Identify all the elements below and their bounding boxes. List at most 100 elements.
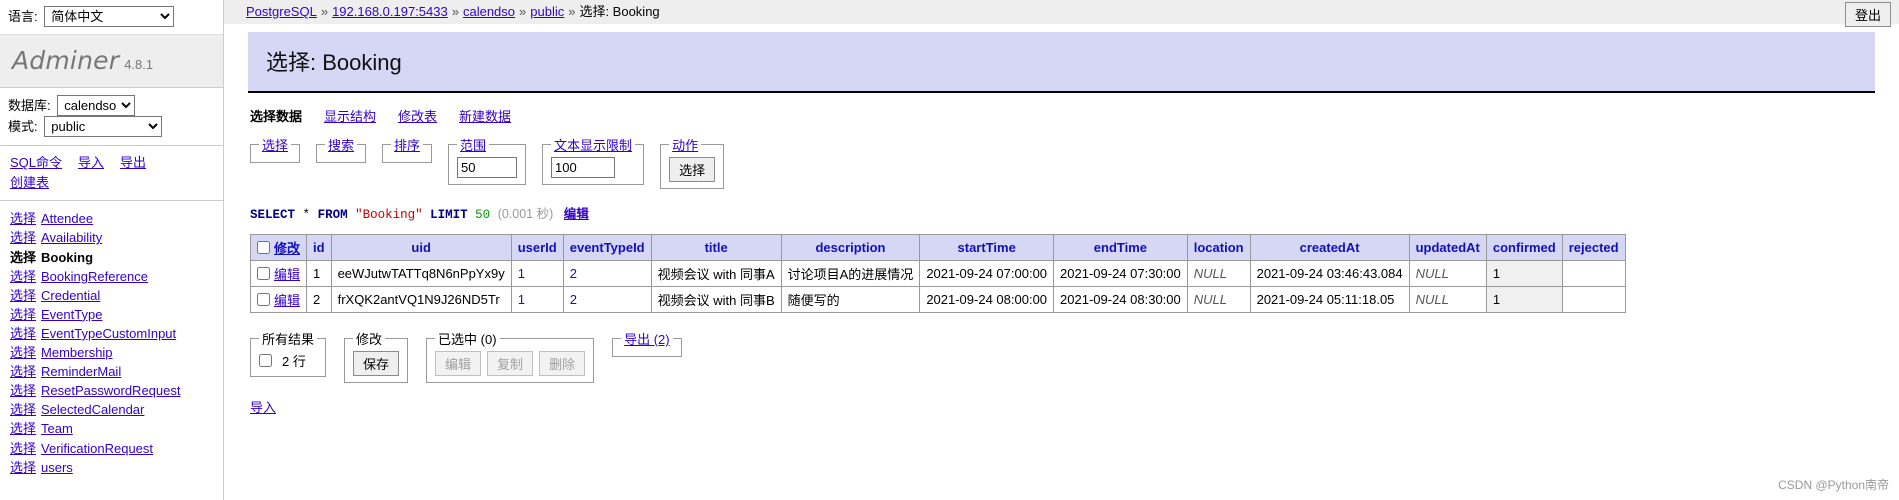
limit-input[interactable] bbox=[457, 157, 518, 178]
column-header-id[interactable]: id bbox=[306, 234, 332, 261]
schema-select[interactable]: public bbox=[44, 116, 163, 138]
language-select[interactable]: 简体中文 bbox=[44, 6, 175, 27]
import-link[interactable]: 导入 bbox=[250, 400, 276, 415]
export-link-sidebar[interactable]: 导出 bbox=[120, 155, 146, 170]
select-link-Credential[interactable]: 选择 bbox=[10, 288, 36, 303]
textlimit-legend-link[interactable]: 文本显示限制 bbox=[554, 138, 632, 153]
all-results-checkbox[interactable] bbox=[259, 354, 272, 367]
nav-tab-3[interactable]: 新建数据 bbox=[459, 109, 511, 124]
table-name-users[interactable]: users bbox=[41, 460, 73, 475]
table-name-BookingReference[interactable]: BookingReference bbox=[41, 269, 148, 284]
column-header-createdAt[interactable]: createdAt bbox=[1249, 234, 1410, 261]
select-link-BookingReference[interactable]: 选择 bbox=[10, 269, 36, 284]
row-checkbox[interactable] bbox=[257, 293, 270, 306]
column-header-eventTypeId[interactable]: eventTypeId bbox=[562, 234, 652, 261]
table-name-Membership[interactable]: Membership bbox=[41, 345, 113, 360]
select-link-Attendee[interactable]: 选择 bbox=[10, 211, 36, 226]
table-name-SelectedCalendar[interactable]: SelectedCalendar bbox=[41, 402, 144, 417]
textlimit-input[interactable] bbox=[551, 157, 616, 178]
column-header-updatedAt[interactable]: updatedAt bbox=[1408, 234, 1487, 261]
logout-button[interactable]: 登出 bbox=[1844, 2, 1891, 27]
textlimit-legend: 文本显示限制 bbox=[551, 135, 635, 154]
search-legend-link[interactable]: 搜索 bbox=[328, 138, 354, 153]
select-link-VerificationRequest[interactable]: 选择 bbox=[10, 441, 36, 456]
select-link-Availability[interactable]: 选择 bbox=[10, 230, 36, 245]
breadcrumb-items: PostgreSQL» 192.168.0.197:5433» calendso» p… bbox=[246, 4, 660, 19]
cell-title: 视频会议 with 同事B bbox=[650, 286, 782, 313]
table-name-VerificationRequest[interactable]: VerificationRequest bbox=[41, 441, 153, 456]
select-link-EventTypeCustomInput[interactable]: 选择 bbox=[10, 326, 36, 341]
select-link-Team[interactable]: 选择 bbox=[10, 421, 36, 436]
table-name-ResetPasswordRequest[interactable]: ResetPasswordRequest bbox=[41, 383, 180, 398]
cell-rejected bbox=[1561, 260, 1626, 287]
all-results-count: 2 行 bbox=[282, 354, 306, 369]
fk-link-eventTypeId[interactable]: 2 bbox=[570, 292, 577, 307]
cell-createdAt: 2021-09-24 05:11:18.05 bbox=[1249, 286, 1410, 313]
sort-fieldset: 排序 bbox=[382, 135, 433, 163]
sidebar-actions-line1: SQL命令 导入 导出 bbox=[10, 153, 215, 173]
export-legend-link[interactable]: 导出 (2) bbox=[624, 332, 670, 347]
import-link-sidebar[interactable]: 导入 bbox=[78, 155, 104, 170]
select-link-SelectedCalendar[interactable]: 选择 bbox=[10, 402, 36, 417]
action-fieldset: 动作 选择 bbox=[660, 135, 725, 189]
brand-banner: Adminer 4.8.1 bbox=[0, 34, 223, 88]
selected-legend: 已选中 (0) bbox=[438, 332, 497, 347]
select-link-Membership[interactable]: 选择 bbox=[10, 345, 36, 360]
column-header-rejected[interactable]: rejected bbox=[1561, 234, 1626, 261]
sql-command-link[interactable]: SQL命令 bbox=[10, 155, 62, 170]
select-link-ReminderMail[interactable]: 选择 bbox=[10, 364, 36, 379]
fk-link-eventTypeId[interactable]: 2 bbox=[570, 266, 577, 281]
database-select[interactable]: calendso bbox=[57, 95, 136, 116]
column-header-userId[interactable]: userId bbox=[510, 234, 564, 261]
save-button[interactable]: 保存 bbox=[353, 351, 400, 376]
row-edit-link[interactable]: 编辑 bbox=[274, 293, 300, 308]
select-legend-link[interactable]: 选择 bbox=[262, 138, 288, 153]
breadcrumb-link-1[interactable]: 192.168.0.197:5433 bbox=[332, 4, 448, 19]
column-header-location[interactable]: location bbox=[1186, 234, 1251, 261]
run-select-button[interactable]: 选择 bbox=[669, 157, 716, 182]
fk-link-userId[interactable]: 1 bbox=[518, 266, 525, 281]
action-legend-link[interactable]: 动作 bbox=[672, 138, 698, 153]
modify-header-link[interactable]: 修改 bbox=[274, 241, 300, 256]
column-header-title[interactable]: title bbox=[650, 234, 782, 261]
row-edit-link[interactable]: 编辑 bbox=[274, 267, 300, 282]
clone-selected-button[interactable]: 复制 bbox=[487, 351, 534, 376]
fk-link-userId[interactable]: 1 bbox=[518, 292, 525, 307]
column-header-description[interactable]: description bbox=[780, 234, 921, 261]
table-name-Attendee[interactable]: Attendee bbox=[41, 211, 93, 226]
table-row: 编辑 2 frXQK2antVQ1N9J26ND5Tr 1 2 视频会议 with 同事B… bbox=[249, 286, 1626, 313]
select-link-users[interactable]: 选择 bbox=[10, 460, 36, 475]
brand-version: 4.8.1 bbox=[124, 57, 154, 72]
cell-endTime: 2021-09-24 08:30:00 bbox=[1053, 286, 1188, 313]
table-name-EventType[interactable]: EventType bbox=[41, 307, 102, 322]
column-header-endTime[interactable]: endTime bbox=[1053, 234, 1188, 261]
cell-confirmed: 1 bbox=[1485, 260, 1563, 287]
column-header-confirmed[interactable]: confirmed bbox=[1485, 234, 1563, 261]
table-name-Credential[interactable]: Credential bbox=[41, 288, 100, 303]
table-name-ReminderMail[interactable]: ReminderMail bbox=[41, 364, 121, 379]
select-link-ResetPasswordRequest[interactable]: 选择 bbox=[10, 383, 36, 398]
table-name-EventTypeCustomInput[interactable]: EventTypeCustomInput bbox=[41, 326, 176, 341]
row-edit-cell: 编辑 bbox=[249, 260, 308, 287]
sidebar: 语言: 简体中文 Adminer 4.8.1 数据库: calendso 模式: … bbox=[0, 0, 224, 500]
select-link-EventType[interactable]: 选择 bbox=[10, 307, 36, 322]
table-name-Team[interactable]: Team bbox=[41, 421, 73, 436]
breadcrumb-link-0[interactable]: PostgreSQL bbox=[246, 4, 317, 19]
column-header-uid[interactable]: uid bbox=[330, 234, 512, 261]
nav-tab-2[interactable]: 修改表 bbox=[398, 109, 437, 124]
limit-legend-link[interactable]: 范围 bbox=[460, 138, 486, 153]
breadcrumb-link-3[interactable]: public bbox=[530, 4, 564, 19]
edit-selected-button[interactable]: 编辑 bbox=[435, 351, 482, 376]
table-name-Availability[interactable]: Availability bbox=[41, 230, 102, 245]
column-header-startTime[interactable]: startTime bbox=[919, 234, 1055, 261]
sql-edit-link[interactable]: 编辑 bbox=[564, 207, 589, 221]
create-table-link[interactable]: 创建表 bbox=[10, 175, 49, 190]
nav-tab-1[interactable]: 显示结构 bbox=[324, 109, 376, 124]
select-all-checkbox[interactable] bbox=[257, 241, 270, 254]
delete-selected-button[interactable]: 删除 bbox=[539, 351, 586, 376]
row-checkbox[interactable] bbox=[257, 267, 270, 280]
table-list-item-EventType: 选择 EventType bbox=[10, 305, 215, 324]
sidebar-actions-line2: 创建表 bbox=[10, 173, 215, 193]
breadcrumb-link-2[interactable]: calendso bbox=[463, 4, 515, 19]
sort-legend-link[interactable]: 排序 bbox=[394, 138, 420, 153]
